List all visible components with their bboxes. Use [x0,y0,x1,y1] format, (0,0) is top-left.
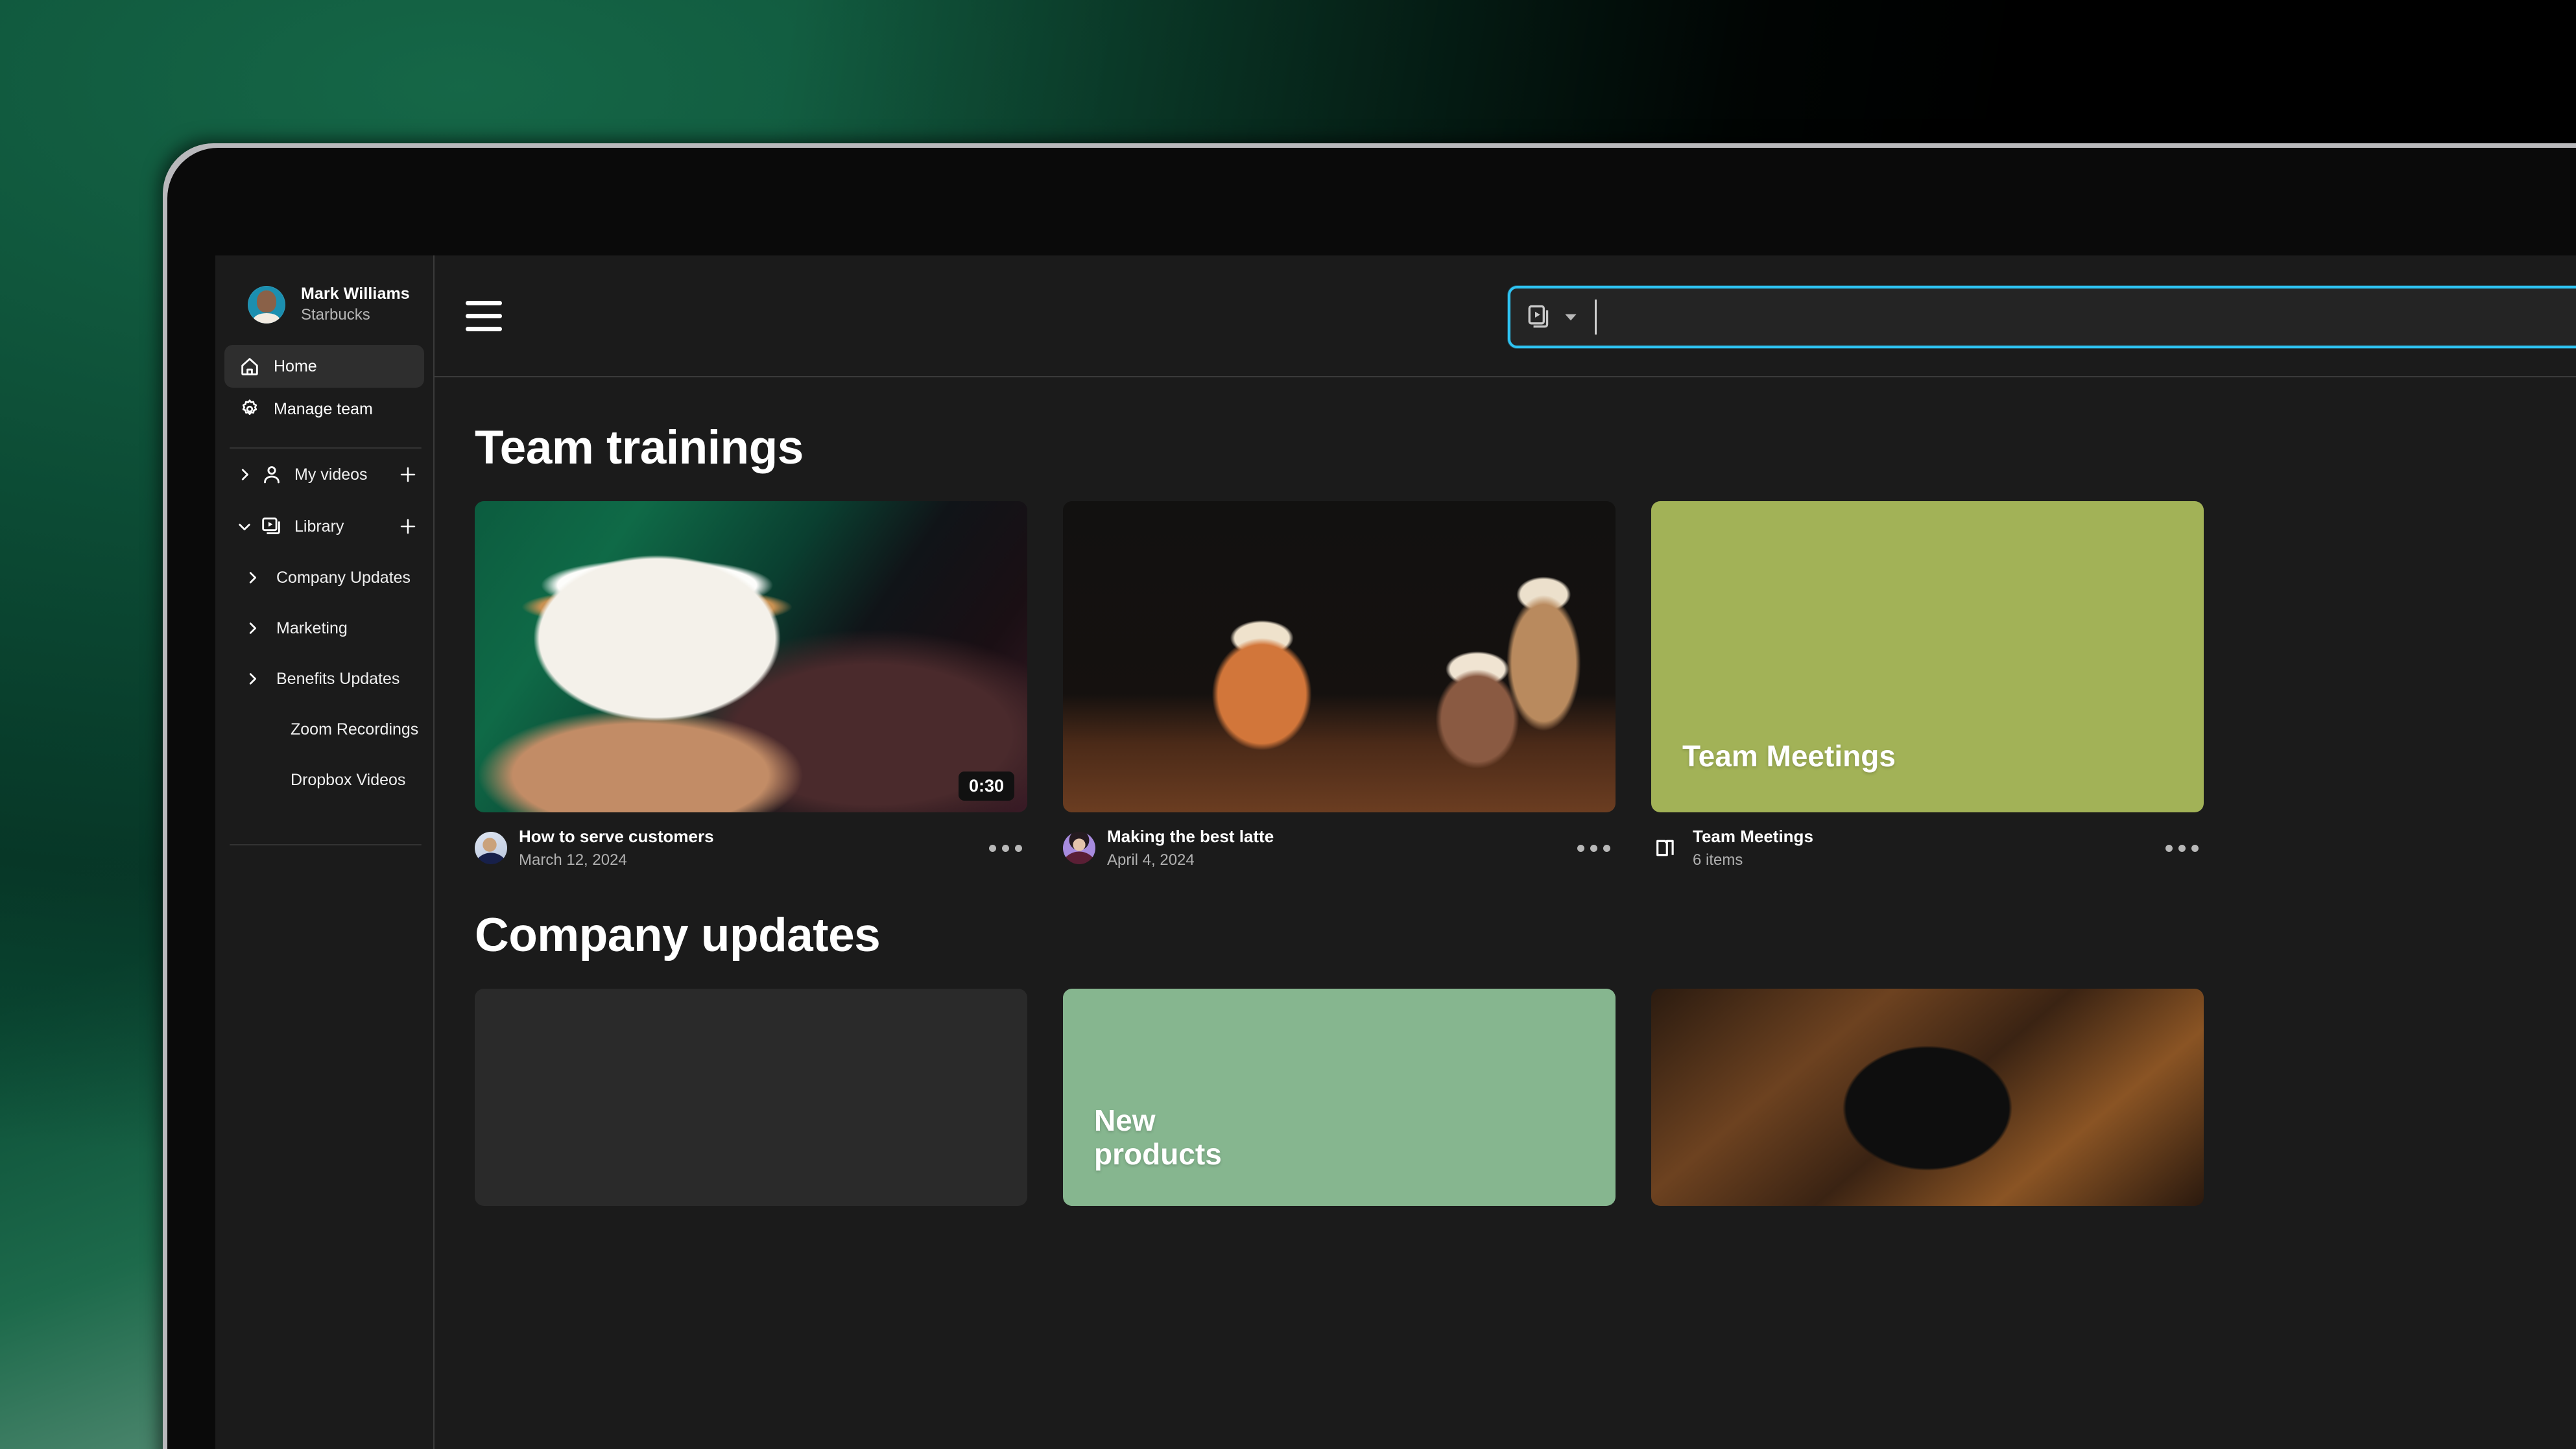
main-area: Team trainings 0:30 How to serve custome… [435,255,2576,1449]
chevron-right-icon[interactable] [243,571,262,585]
hamburger-menu-icon[interactable] [466,296,506,336]
avatar [248,285,285,324]
person-icon [261,464,283,486]
card-title: Making the best latte [1107,827,1274,846]
chevron-right-icon[interactable] [243,621,262,635]
sidebar-item-label: Benefits Updates [276,669,400,688]
card-meta: Making the best latte April 4, 2024 [1063,827,1616,870]
card-title: How to serve customers [519,827,714,846]
home-icon [239,355,261,377]
user-name: Mark Williams [301,285,410,303]
library-icon [261,515,283,537]
tree-item-library[interactable]: Library [215,501,433,552]
card-meta: How to serve customers March 12, 2024 [475,827,1027,870]
video-thumbnail[interactable]: 0:30 [475,501,1027,812]
duration-badge: 0:30 [958,772,1014,801]
chevron-right-icon[interactable] [243,672,262,686]
card-subtitle: April 4, 2024 [1107,851,1195,869]
sidebar-item-label: Home [274,357,317,375]
sidebar-item-home[interactable]: Home [224,345,424,388]
search-scope-selector[interactable] [1526,303,1579,331]
sidebar-item-label: Marketing [276,618,348,637]
sidebar-divider-bottom [230,844,422,846]
sidebar-item-label: Company Updates [276,568,411,587]
sidebar-item-label: Zoom Recordings [291,720,419,738]
card-row-company-updates: New products [475,988,2576,1206]
folder-icon [1651,833,1681,863]
sidebar-item-company-updates[interactable]: Company Updates [215,552,433,603]
sidebar-item-label: Manage team [274,399,373,418]
avatar [475,832,507,865]
primary-nav: Home Manage team [215,345,433,430]
folder-thumbnail[interactable]: Team Meetings [1651,501,2204,812]
video-card[interactable]: 0:30 How to serve customers March 12, 20… [475,501,1027,870]
video-card[interactable] [1651,988,2204,1206]
page-title: Team trainings [475,421,804,474]
sidebar: Mark Williams Starbucks Home Manage team… [215,255,435,1449]
video-card[interactable] [475,988,1027,1206]
card-title: Team Meetings [1693,827,1813,846]
tablet-device-frame: Mark Williams Starbucks Home Manage team… [167,148,2576,1449]
user-org: Starbucks [301,305,370,324]
sidebar-item-marketing[interactable]: Marketing [215,603,433,654]
user-profile[interactable]: Mark Williams Starbucks [215,255,433,324]
card-item-count: 6 items [1693,851,1743,869]
folder-cover-label: Team Meetings [1682,739,1896,773]
app-screen: Mark Williams Starbucks Home Manage team… [215,255,2576,1449]
sidebar-item-manage-team[interactable]: Manage team [224,388,424,430]
tree-item-label: Library [294,517,344,536]
plus-icon[interactable] [397,464,419,486]
library-tree: My videos Library Company Updates Market… [215,449,433,805]
sidebar-item-dropbox-videos[interactable]: Dropbox Videos [215,755,433,805]
chevron-right-icon[interactable] [235,467,254,482]
library-scope-icon [1526,303,1553,331]
card-meta: Team Meetings 6 items [1651,827,2204,870]
folder-card[interactable]: Team Meetings Team Meetings 6 items [1651,501,2204,870]
sidebar-item-label: Dropbox Videos [291,770,406,789]
video-thumbnail[interactable] [1651,988,2204,1206]
card-row-team-trainings: 0:30 How to serve customers March 12, 20… [475,501,2576,870]
folder-card[interactable]: New products [1063,988,1616,1206]
chevron-down-icon[interactable] [235,519,254,534]
more-options-icon[interactable] [1558,844,1610,852]
chevron-down-icon[interactable] [1562,309,1579,325]
card-subtitle: March 12, 2024 [519,851,627,869]
video-thumbnail[interactable] [475,988,1027,1206]
avatar [1063,832,1095,865]
sidebar-item-benefits-updates[interactable]: Benefits Updates [215,654,433,704]
page-title: Company updates [475,908,881,961]
video-thumbnail[interactable] [1063,501,1616,812]
sidebar-item-zoom-recordings[interactable]: Zoom Recordings [215,704,433,755]
folder-cover-label: New products [1094,1103,1222,1171]
text-cursor [1595,300,1597,335]
content-scroll-area: Team trainings 0:30 How to serve custome… [435,377,2576,1449]
plus-icon[interactable] [397,515,419,537]
folder-thumbnail[interactable]: New products [1063,988,1616,1206]
more-options-icon[interactable] [2146,844,2199,852]
more-options-icon[interactable] [970,844,1022,852]
video-card[interactable]: Making the best latte April 4, 2024 [1063,501,1616,870]
search-input[interactable] [1508,286,2576,348]
top-bar [435,255,2576,377]
gear-icon [239,398,261,420]
tree-item-my-videos[interactable]: My videos [215,449,433,501]
tree-item-label: My videos [294,465,368,484]
